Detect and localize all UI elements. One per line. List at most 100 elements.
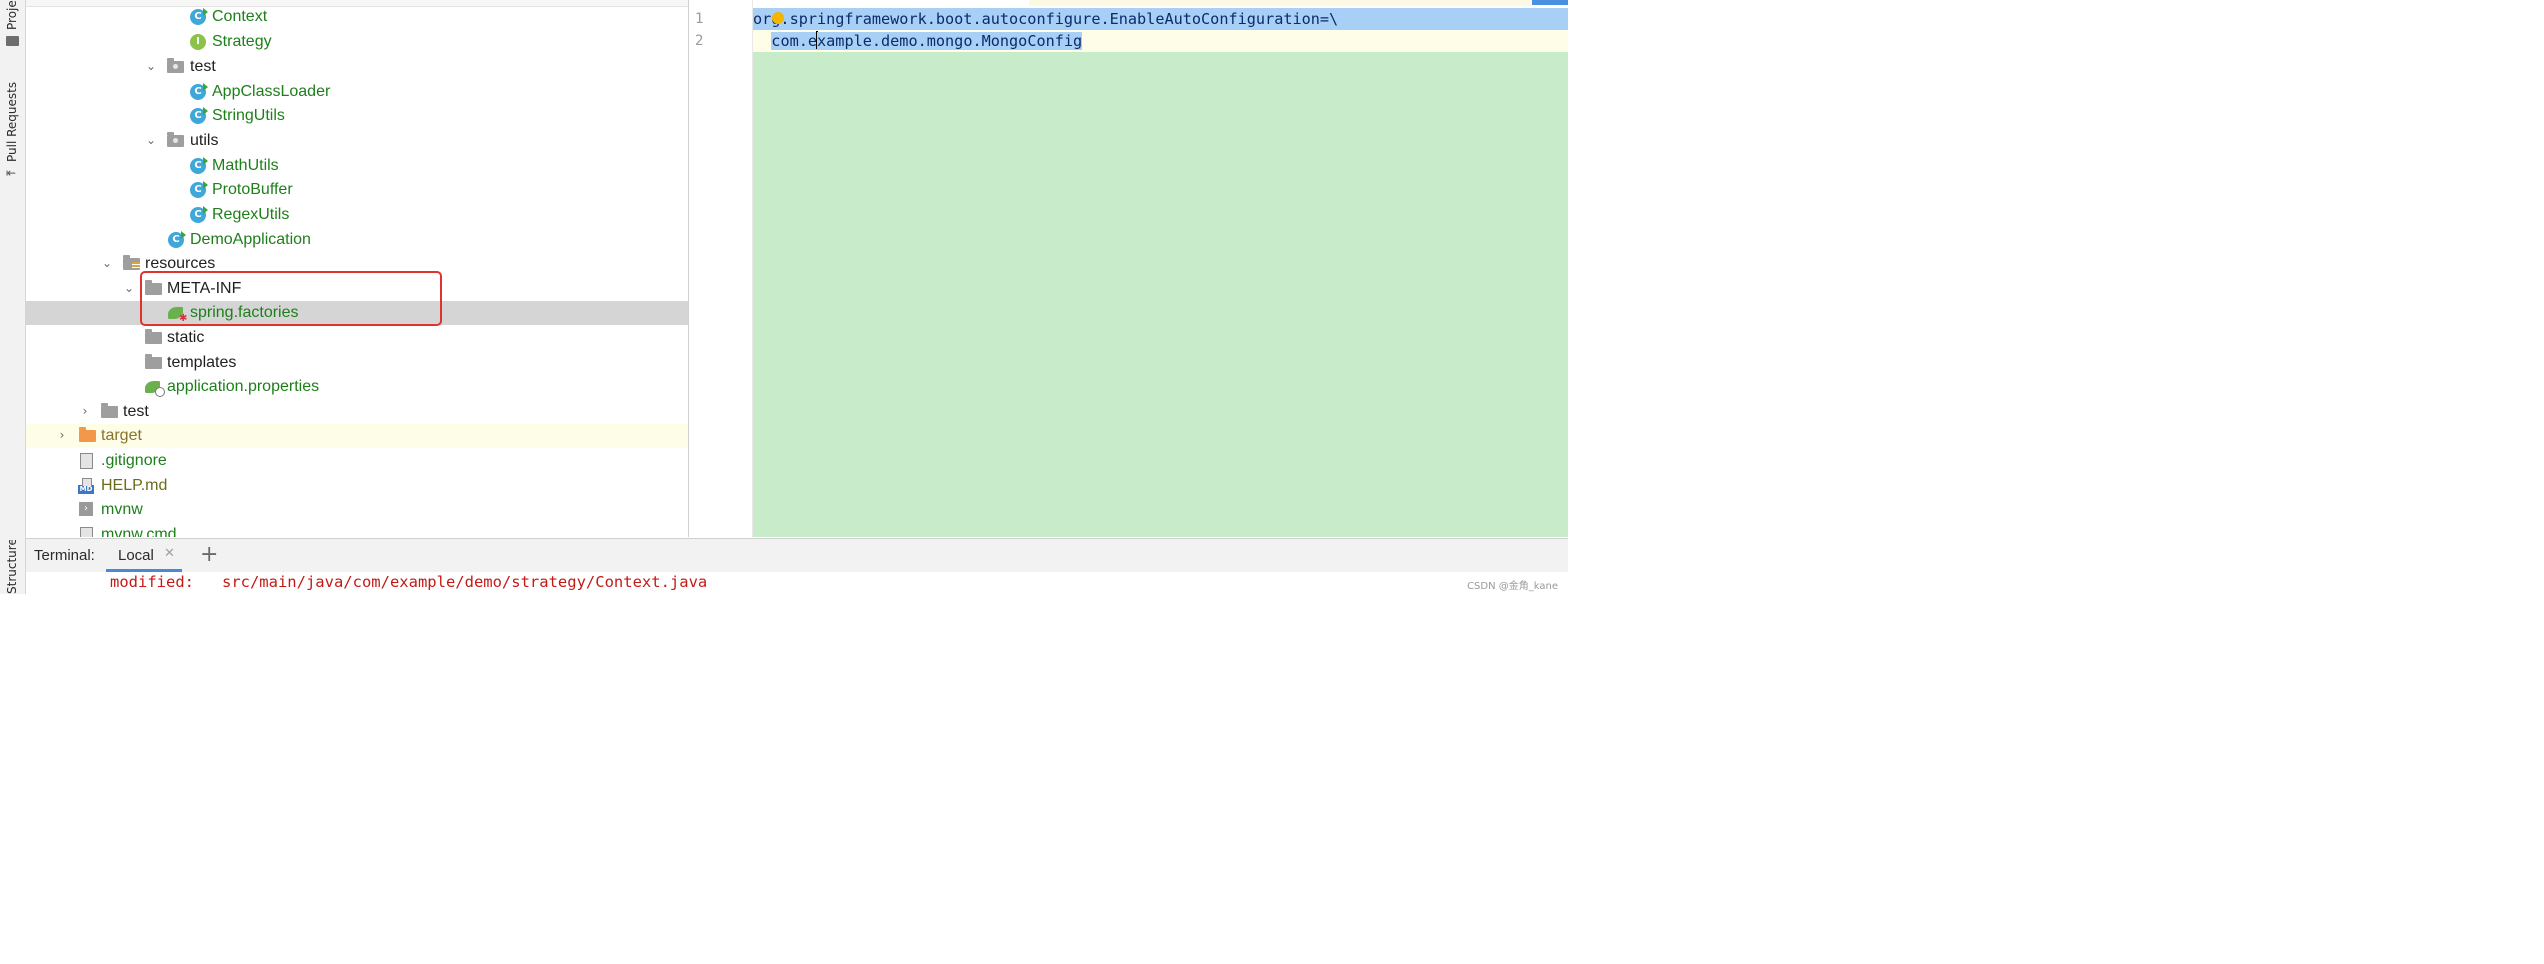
- folder-icon: [145, 329, 162, 344]
- pull-requests-tool-tab[interactable]: Pull Requests: [5, 76, 21, 162]
- tree-item[interactable]: application.properties: [26, 375, 688, 399]
- tree-item[interactable]: C Context: [26, 5, 688, 29]
- code-line-2[interactable]: com.example.demo.mongo.MongoConfig: [753, 30, 1568, 52]
- tree-item[interactable]: › target: [26, 424, 688, 448]
- tree-item[interactable]: mvnw.cmd: [26, 523, 688, 537]
- terminal-header: Terminal: Local ✕ +: [26, 538, 1568, 573]
- tree-item-label: RegexUtils: [212, 206, 290, 223]
- tree-item-label: templates: [167, 354, 237, 371]
- line-number: 2: [695, 33, 704, 49]
- intention-bulb-icon[interactable]: [772, 12, 784, 24]
- spring-factories-icon: ✱: [168, 307, 187, 324]
- package-folder-icon: [167, 58, 184, 73]
- chevron-right-icon[interactable]: ›: [78, 403, 92, 419]
- tree-item[interactable]: ⌄ META-INF: [26, 277, 688, 301]
- editor-tab-strip-edge: [1029, 0, 1532, 6]
- left-tool-strip: Project Pull Requests ⇤ Structure: [0, 0, 26, 594]
- tree-item[interactable]: MD HELP.md: [26, 474, 688, 498]
- tree-item[interactable]: I Strategy: [26, 30, 688, 54]
- resources-folder-icon: [123, 255, 140, 270]
- tree-item-label: MathUtils: [212, 157, 279, 174]
- class-icon: C: [190, 181, 208, 198]
- watermark: CSDN @金角_kane: [1467, 581, 1558, 592]
- chevron-down-icon[interactable]: ⌄: [144, 58, 158, 74]
- tree-item-label: static: [167, 329, 205, 346]
- tree-item-label: test: [123, 403, 149, 420]
- tree-item[interactable]: templates: [26, 351, 688, 375]
- tree-item[interactable]: C DemoApplication: [26, 228, 688, 252]
- tree-item[interactable]: ⌄ resources: [26, 252, 688, 276]
- tree-item-label: HELP.md: [101, 477, 168, 494]
- chevron-right-icon[interactable]: ›: [55, 427, 69, 443]
- class-icon: C: [190, 206, 208, 223]
- tree-item-label: Context: [212, 8, 268, 25]
- package-folder-icon: [167, 132, 184, 147]
- tree-item-selected[interactable]: ✱ spring.factories: [26, 301, 688, 325]
- class-icon: C: [190, 157, 208, 174]
- project-tree: C Context I Strategy ⌄ test C AppClassLo…: [26, 0, 688, 537]
- class-icon: C: [190, 83, 208, 100]
- tree-item[interactable]: C StringUtils: [26, 104, 688, 128]
- folder-icon[interactable]: [6, 36, 19, 46]
- tree-item-label: .gitignore: [101, 452, 167, 469]
- chevron-down-icon[interactable]: ⌄: [100, 255, 114, 271]
- tree-item[interactable]: C RegexUtils: [26, 203, 688, 227]
- editor-scroll-marker: [1532, 0, 1568, 5]
- code-line-1[interactable]: org.springframework.boot.autoconfigure.E…: [753, 8, 1568, 30]
- structure-tool-tab[interactable]: Structure: [5, 540, 21, 594]
- tree-item-label: application.properties: [167, 378, 320, 395]
- folder-icon: [101, 403, 118, 418]
- close-icon[interactable]: ✕: [164, 546, 175, 561]
- tree-item-label: spring.factories: [190, 304, 299, 321]
- tree-item[interactable]: C ProtoBuffer: [26, 178, 688, 202]
- terminal-title: Terminal:: [34, 547, 95, 564]
- shell-script-icon: ›: [79, 502, 93, 516]
- tree-item-label: META-INF: [167, 280, 242, 297]
- terminal-line: modified: src/main/java/com/example/demo…: [110, 573, 708, 591]
- tree-item[interactable]: ⌄ test: [26, 55, 688, 79]
- terminal-tab-local[interactable]: Local ✕: [106, 539, 182, 572]
- tree-item-label: DemoApplication: [190, 231, 311, 248]
- tree-item-label: test: [190, 58, 216, 75]
- tree-item-label: utils: [190, 132, 219, 149]
- code-editor[interactable]: 1 2 org.springframework.boot.autoconfigu…: [689, 0, 1568, 537]
- tree-item[interactable]: C MathUtils: [26, 154, 688, 178]
- spring-properties-icon: [145, 381, 165, 397]
- tree-item[interactable]: .gitignore: [26, 449, 688, 473]
- interface-icon: I: [190, 34, 206, 50]
- markdown-file-icon: MD: [78, 478, 94, 494]
- line-number-gutter: 1 2: [689, 0, 753, 537]
- tree-item-label: StringUtils: [212, 107, 285, 124]
- pull-request-icon[interactable]: ⇤: [6, 166, 19, 180]
- terminal-output[interactable]: modified: src/main/java/com/example/demo…: [26, 572, 1568, 594]
- tree-item-label: resources: [145, 255, 216, 272]
- tree-item-label: mvnw.cmd: [101, 526, 177, 537]
- tree-item[interactable]: › test: [26, 400, 688, 424]
- tree-item-label: target: [101, 427, 142, 444]
- editor-background: [753, 52, 1568, 537]
- class-icon: C: [190, 107, 208, 124]
- code-text-after-caret: xample.demo.mongo.MongoConfig: [817, 32, 1083, 50]
- code-text-before-caret: com.e: [771, 32, 818, 50]
- tree-item[interactable]: static: [26, 326, 688, 350]
- class-icon: C: [190, 8, 208, 25]
- chevron-down-icon[interactable]: ⌄: [122, 280, 136, 296]
- spring-boot-class-icon: C: [168, 231, 186, 248]
- line-number: 1: [695, 11, 704, 27]
- tree-item[interactable]: ⌄ utils: [26, 129, 688, 153]
- tree-item-label: Strategy: [212, 33, 272, 50]
- tree-item-label: ProtoBuffer: [212, 181, 293, 198]
- tree-item-label: mvnw: [101, 501, 143, 518]
- chevron-down-icon[interactable]: ⌄: [144, 132, 158, 148]
- folder-icon: [145, 280, 162, 295]
- tree-item[interactable]: › mvnw: [26, 498, 688, 522]
- new-terminal-tab-button[interactable]: +: [200, 542, 218, 567]
- gitignore-file-icon: [80, 453, 93, 469]
- terminal-tab-label: Local: [118, 547, 154, 564]
- excluded-folder-icon: [79, 427, 96, 442]
- text-file-icon: [80, 527, 93, 537]
- tree-item[interactable]: C AppClassLoader: [26, 80, 688, 104]
- tree-item-label: AppClassLoader: [212, 83, 331, 100]
- project-tool-tab[interactable]: Project: [5, 0, 21, 30]
